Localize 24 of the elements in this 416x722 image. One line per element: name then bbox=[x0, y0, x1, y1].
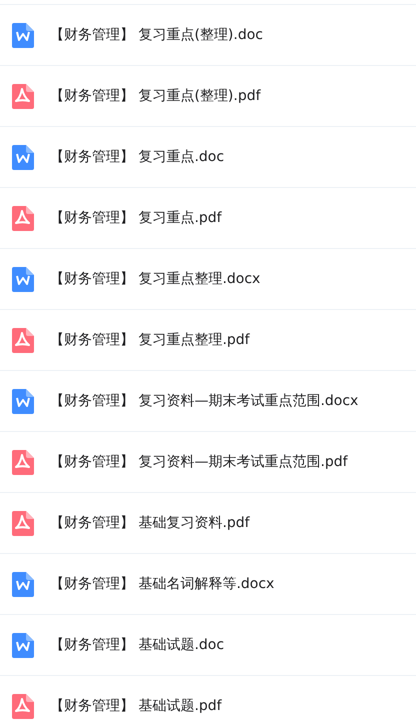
pdf-document-icon bbox=[12, 694, 34, 718]
pdf-document-icon bbox=[12, 450, 34, 474]
pdf-document-icon bbox=[12, 206, 34, 230]
file-name[interactable]: 【财务管理】 复习重点.pdf bbox=[50, 209, 222, 227]
file-name[interactable]: 【财务管理】 基础名词解释等.docx bbox=[50, 575, 274, 593]
word-document-icon bbox=[12, 144, 34, 170]
word-document-icon bbox=[12, 388, 34, 414]
file-name[interactable]: 【财务管理】 复习重点整理.docx bbox=[50, 270, 260, 288]
file-name[interactable]: 【财务管理】 基础试题.doc bbox=[50, 636, 224, 654]
file-name[interactable]: 【财务管理】 复习重点(整理).doc bbox=[50, 26, 263, 44]
file-name[interactable]: 【财务管理】 复习重点整理.pdf bbox=[50, 331, 250, 349]
file-name[interactable]: 【财务管理】 复习重点(整理).pdf bbox=[50, 87, 261, 105]
file-name[interactable]: 【财务管理】 基础复习资料.pdf bbox=[50, 514, 250, 532]
pdf-document-icon bbox=[12, 328, 34, 352]
file-name[interactable]: 【财务管理】 基础试题.pdf bbox=[50, 697, 222, 715]
word-document-icon bbox=[12, 632, 34, 658]
pdf-document-icon bbox=[12, 510, 34, 536]
word-document-icon bbox=[12, 572, 34, 596]
file-name[interactable]: 【财务管理】 复习资料—期末考试重点范围.docx bbox=[50, 392, 358, 410]
pdf-document-icon bbox=[12, 84, 34, 108]
word-document-icon bbox=[12, 266, 34, 292]
word-document-icon bbox=[12, 22, 34, 48]
file-name[interactable]: 【财务管理】 复习重点.doc bbox=[50, 148, 224, 166]
file-name[interactable]: 【财务管理】 复习资料—期末考试重点范围.pdf bbox=[50, 453, 348, 471]
